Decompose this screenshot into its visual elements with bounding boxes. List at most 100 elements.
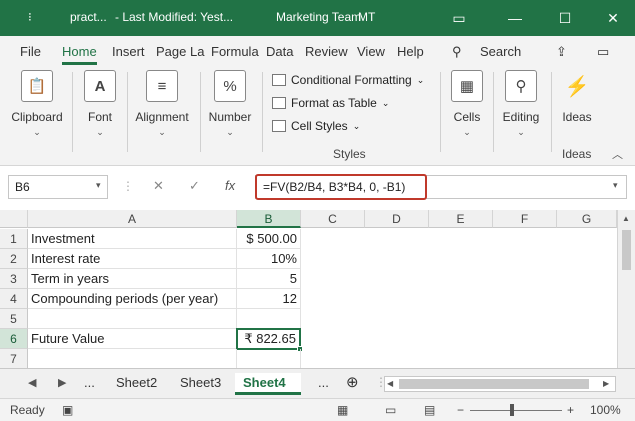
ribbon-display-icon[interactable]: ▭: [444, 6, 474, 30]
sheet-tab-sheet3[interactable]: Sheet3: [172, 373, 229, 395]
more-sheets-left[interactable]: ...: [76, 373, 103, 395]
tab-home[interactable]: Home: [62, 44, 97, 65]
column-header-e[interactable]: E: [429, 210, 493, 228]
scroll-right-icon[interactable]: ▶: [603, 379, 609, 388]
cell-b3[interactable]: 5: [237, 269, 301, 289]
column-header-a[interactable]: A: [28, 210, 237, 228]
chevron-down-icon[interactable]: ▾: [96, 180, 101, 191]
search-icon[interactable]: ⚲: [452, 44, 462, 60]
tab-page-layout[interactable]: Page La: [156, 44, 204, 59]
scroll-up-icon[interactable]: ▲: [622, 214, 630, 223]
font-group[interactable]: A Font ⌄: [78, 66, 122, 164]
tab-insert[interactable]: Insert: [112, 44, 145, 59]
cell-a5[interactable]: [28, 309, 237, 329]
chevron-down-icon: ⌄: [463, 127, 471, 137]
column-header-b[interactable]: B: [237, 210, 301, 228]
cell-a7[interactable]: [28, 349, 237, 369]
row-header[interactable]: 4: [0, 289, 28, 309]
close-button[interactable]: ✕: [598, 6, 628, 30]
expand-formula-icon[interactable]: ▾: [613, 180, 618, 191]
select-all[interactable]: [0, 210, 28, 228]
worksheet-grid[interactable]: A B C D E F G 1 Investment $ 500.00 2 In…: [0, 210, 635, 369]
clipboard-group[interactable]: 📋 Clipboard ⌄: [6, 66, 68, 164]
chevron-down-icon: ⌄: [517, 127, 525, 137]
scroll-thumb[interactable]: [399, 379, 589, 389]
chevron-down-icon: ⌄: [416, 74, 425, 85]
column-header-g[interactable]: G: [557, 210, 617, 228]
formula-input[interactable]: =FV(B2/B4, B3*B4, 0, -B1): [255, 174, 427, 200]
zoom-out-button[interactable]: −: [457, 403, 464, 417]
number-group[interactable]: % Number ⌄: [204, 66, 256, 164]
row-header[interactable]: 1: [0, 229, 28, 249]
last-modified[interactable]: - Last Modified: Yest...: [115, 10, 233, 24]
title-bar: ⁝ pract... - Last Modified: Yest... Mark…: [0, 0, 635, 36]
share-icon[interactable]: ⇪: [556, 44, 567, 60]
cell-a2[interactable]: Interest rate: [28, 249, 237, 269]
column-header-c[interactable]: C: [301, 210, 365, 228]
cell-a3[interactable]: Term in years: [28, 269, 237, 289]
chevron-down-icon: ⌄: [381, 97, 390, 108]
row-header[interactable]: 6: [0, 329, 28, 349]
sheet-tab-sheet4[interactable]: Sheet4: [235, 373, 301, 395]
cancel-icon[interactable]: ✕: [153, 178, 164, 194]
cell-b6[interactable]: ₹ 822.65: [236, 328, 301, 350]
cells-group[interactable]: ▦ Cells ⌄: [446, 66, 488, 164]
cell-styles-button[interactable]: Cell Styles ⌄: [272, 119, 360, 133]
conditional-formatting-button[interactable]: Conditional Formatting ⌄: [272, 73, 424, 87]
row-header[interactable]: 3: [0, 269, 28, 289]
scroll-sheets-left-icon[interactable]: ◀: [28, 376, 36, 389]
editing-group[interactable]: ⚲ Editing ⌄: [496, 66, 546, 164]
page-break-view-icon[interactable]: ▤: [424, 403, 435, 417]
zoom-level[interactable]: 100%: [590, 403, 621, 417]
cell-b2[interactable]: 10%: [237, 249, 301, 269]
sheet-tab-sheet2[interactable]: Sheet2: [108, 373, 165, 395]
divider: [72, 72, 73, 152]
accessibility-icon[interactable]: ▣: [62, 403, 73, 417]
tab-view[interactable]: View: [357, 44, 385, 59]
avatar[interactable]: MT: [358, 10, 375, 24]
cell-a4[interactable]: Compounding periods (per year): [28, 289, 237, 309]
minimize-button[interactable]: —: [500, 6, 530, 30]
restore-button[interactable]: ☐: [550, 6, 580, 30]
zoom-slider-thumb[interactable]: [510, 404, 514, 416]
name-box[interactable]: B6: [8, 175, 108, 199]
column-header-d[interactable]: D: [365, 210, 429, 228]
normal-view-icon[interactable]: ▦: [337, 403, 348, 417]
enter-icon[interactable]: ✓: [189, 178, 200, 194]
search-label[interactable]: Search: [480, 44, 521, 59]
cell-a6[interactable]: Future Value: [28, 329, 237, 349]
scroll-thumb[interactable]: [622, 230, 631, 270]
tab-formulas[interactable]: Formula: [211, 44, 259, 59]
tab-file[interactable]: File: [20, 44, 41, 59]
cell-b5[interactable]: [237, 309, 301, 329]
row-header[interactable]: 2: [0, 249, 28, 269]
cell-b4[interactable]: 12: [237, 289, 301, 309]
tab-data[interactable]: Data: [266, 44, 293, 59]
tab-review[interactable]: Review: [305, 44, 348, 59]
more-sheets-right[interactable]: ...: [310, 373, 337, 395]
scroll-left-icon[interactable]: ◀: [387, 379, 393, 388]
add-sheet-button[interactable]: ⊕: [338, 373, 367, 395]
format-as-table-button[interactable]: Format as Table ⌄: [272, 96, 389, 110]
cell-a1[interactable]: Investment: [28, 229, 237, 249]
horizontal-scrollbar[interactable]: ◀ ▶: [384, 376, 616, 392]
insert-function-icon[interactable]: fx: [225, 178, 235, 193]
column-header-f[interactable]: F: [493, 210, 557, 228]
vertical-scrollbar[interactable]: ▲: [617, 210, 635, 368]
styles-group-label: Styles: [333, 147, 366, 161]
comments-icon[interactable]: ▭: [597, 44, 609, 60]
tab-help[interactable]: Help: [397, 44, 424, 59]
page-layout-view-icon[interactable]: ▭: [385, 403, 396, 417]
collapse-ribbon-icon[interactable]: ︿: [612, 146, 623, 162]
cell-b7[interactable]: [237, 349, 301, 369]
zoom-in-button[interactable]: +: [567, 403, 574, 417]
conditional-formatting-label: Conditional Formatting: [291, 73, 412, 87]
scroll-sheets-right-icon[interactable]: ▶: [58, 376, 66, 389]
cell-b1[interactable]: $ 500.00: [237, 229, 301, 249]
alignment-group[interactable]: ≡ Alignment ⌄: [130, 66, 194, 164]
zoom-slider[interactable]: [470, 410, 562, 411]
team-name: Marketing Team: [276, 10, 362, 24]
row-header[interactable]: 5: [0, 309, 28, 329]
drag-handle-icon[interactable]: ⋮: [122, 179, 134, 193]
row-header[interactable]: 7: [0, 349, 28, 369]
